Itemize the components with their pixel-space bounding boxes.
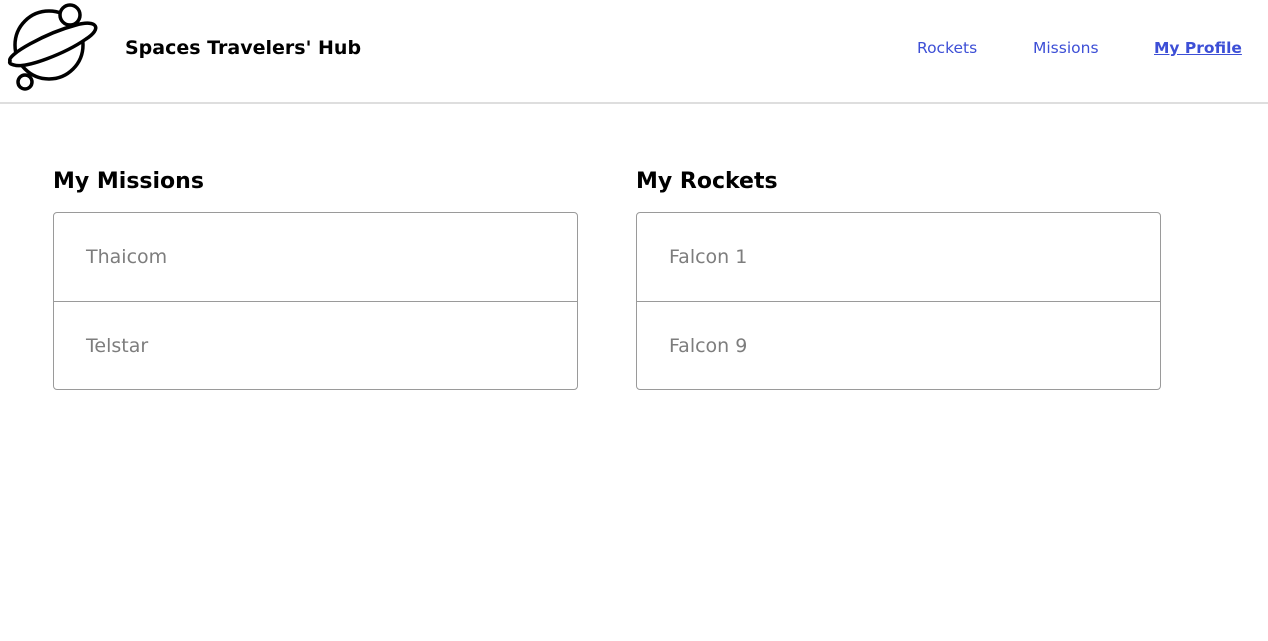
nav-link-rockets[interactable]: Rockets	[917, 38, 977, 58]
my-missions-heading: My Missions	[53, 169, 204, 194]
site-header: Spaces Travelers' Hub Rockets Missions M…	[0, 0, 1268, 104]
rocket-list-item: Falcon 9	[637, 301, 1160, 389]
site-title: Spaces Travelers' Hub	[125, 37, 362, 59]
my-missions-list: Thaicom Telstar	[53, 212, 578, 390]
mission-list-item: Telstar	[54, 301, 577, 389]
nav-link-my-profile[interactable]: My Profile	[1154, 38, 1242, 58]
my-rockets-list: Falcon 1 Falcon 9	[636, 212, 1161, 390]
rocket-list-item: Falcon 1	[669, 246, 748, 268]
mission-list-item: Thaicom	[86, 246, 168, 268]
my-rockets-heading: My Rockets	[636, 169, 778, 194]
nav-link-missions[interactable]: Missions	[1033, 38, 1099, 58]
planet-logo-icon[interactable]	[6, 3, 100, 93]
